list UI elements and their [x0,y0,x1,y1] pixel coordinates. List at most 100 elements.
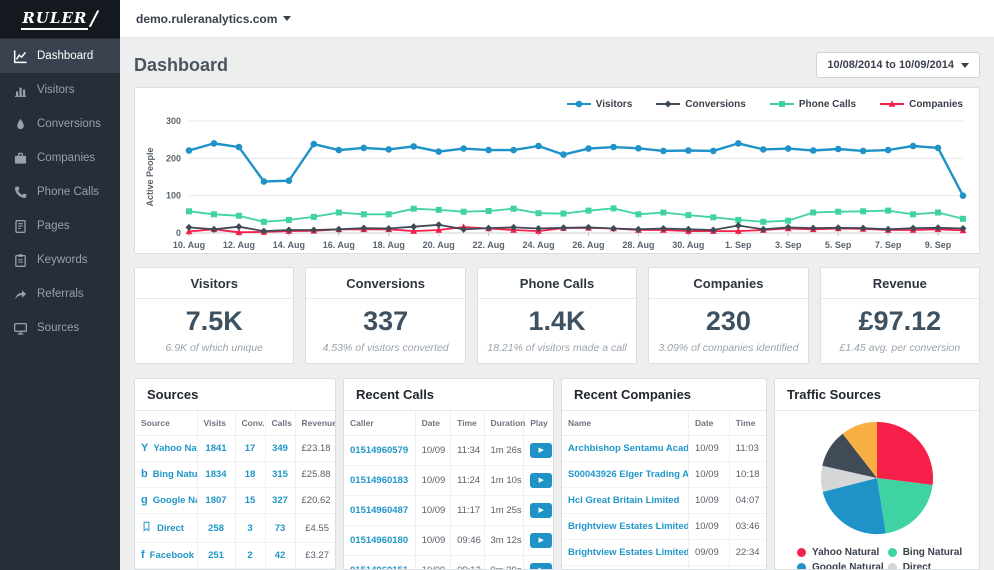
stat-card-phone-calls[interactable]: Phone Calls 1.4K 18.21% of visitors made a… [476,267,638,364]
sidebar-item-sources[interactable]: Sources [0,311,120,345]
column-header: Date [687,411,730,436]
main-area: demo.ruleranalytics.com Dashboard 10/08/… [120,0,994,570]
source-link[interactable]: YYahoo Nat... [141,443,197,455]
company-date: 09/09 [687,565,730,569]
play-button[interactable]: ▶ [530,563,553,569]
pie-legend-bing-natural[interactable]: Bing Natural [887,547,971,558]
sidebar-item-pages[interactable]: Pages [0,209,120,243]
revenue-value: £25.88 [294,461,335,488]
table-header-row: Caller Date Time Duration Play [344,411,553,436]
keywords-icon [13,253,28,268]
date-range-button[interactable]: 10/08/2014 to 10/09/2014 [816,52,980,78]
svg-text:18. Aug: 18. Aug [373,240,405,250]
stat-subtitle: £1.45 avg. per conversion [839,342,961,354]
call-duration: 3m 12s [483,525,524,556]
company-link[interactable]: Brightview Estates Limited [562,513,689,540]
company-link[interactable]: Hcl Great Britain Limited [562,487,689,514]
column-header: Date [414,411,451,436]
conversions-value: 15 [234,487,265,514]
visits-value: 258 [196,513,235,543]
svg-text:26. Aug: 26. Aug [572,240,604,250]
legend-visitors[interactable]: Visitors [566,99,632,110]
pie-legend-google-natural[interactable]: Google Natural [797,562,884,569]
sidebar-item-conversions[interactable]: Conversions [0,107,120,141]
company-link[interactable]: Brightview Estates Limited [562,539,689,566]
legend-phone-calls[interactable]: Phone Calls [769,99,856,110]
company-link[interactable]: Archbishop Sentamu Academy [562,435,689,462]
topbar: demo.ruleranalytics.com [120,0,994,38]
table-row: 01514960180 10/09 09:46 3m 12s ▶ [344,525,553,556]
visits-value: 1841 [196,435,235,462]
column-header: Time [728,411,766,436]
sidebar-item-label: Visitors [37,84,75,96]
pie-legend-direct[interactable]: Direct [887,562,971,569]
svg-text:12. Aug: 12. Aug [223,240,255,250]
play-button[interactable]: ▶ [530,503,553,518]
sidebar-item-companies[interactable]: Companies [0,141,120,175]
company-link[interactable]: Morgan Stanley Group (Europe) [562,565,689,569]
app-window: RULER / Dashboard Visitors Conversions Compa… [0,0,994,570]
stat-subtitle: 6.9K of which unique [165,342,263,354]
call-time: 09:12 [450,555,485,569]
play-button[interactable]: ▶ [530,533,553,548]
direct-icon [141,521,152,535]
call-date: 10/09 [414,465,451,496]
stat-subtitle: 4.53% of visitors converted [322,342,449,354]
legend-dot-icon [797,563,806,569]
table-row: Archbishop Sentamu Academy 10/09 11:03 [562,435,766,462]
sidebar-item-visitors[interactable]: Visitors [0,73,120,107]
call-time: 11:17 [450,495,485,526]
company-date: 10/09 [687,435,730,462]
table-header-row: Name Date Time [562,411,766,436]
table-row: YYahoo Nat... 1841 17 349 £23.18 [135,435,335,462]
play-button[interactable]: ▶ [530,473,553,488]
svg-text:7. Sep: 7. Sep [875,240,902,250]
call-duration: 1m 10s [483,465,524,496]
column-header: Visits [196,411,235,436]
caller-link[interactable]: 01514960180 [344,525,416,556]
date-range-label: 10/08/2014 to 10/09/2014 [827,59,954,71]
caller-link[interactable]: 01514960487 [344,495,416,526]
legend-companies[interactable]: Companies [880,99,963,110]
sidebar-item-label: Keywords [37,254,88,266]
source-link[interactable]: gGoogle Nat... [141,495,197,507]
sidebar-item-referrals[interactable]: Referrals [0,277,120,311]
table-row: bBing Natural 1834 18 315 £25.88 [135,461,335,488]
company-time: 04:07 [728,487,766,514]
source-link[interactable]: bBing Natural [141,469,197,481]
calls-value: 315 [264,461,295,488]
svg-text:200: 200 [166,153,181,163]
column-header: Revenue [294,411,335,436]
call-date: 10/09 [414,525,451,556]
caller-link[interactable]: 01514960579 [344,435,416,466]
sidebar-item-keywords[interactable]: Keywords [0,243,120,277]
pie-legend-yahoo-natural[interactable]: Yahoo Natural [797,547,884,558]
company-link[interactable]: S00043926 Elger Trading Advi... [562,461,689,488]
source-link[interactable]: Direct [141,521,191,535]
site-selector[interactable]: demo.ruleranalytics.com [136,12,292,26]
sidebar-item-dashboard[interactable]: Dashboard [0,39,120,73]
calls-value: 327 [264,487,295,514]
sidebar-item-phone-calls[interactable]: Phone Calls [0,175,120,209]
source-link[interactable]: f Facebook [141,550,194,562]
phone-calls-icon [13,185,28,200]
company-time: 11:03 [728,435,766,462]
table-row: Brightview Estates Limited 09/09 22:34 [562,539,766,566]
stat-card-revenue[interactable]: Revenue £97.12 £1.45 avg. per conversion [819,267,981,364]
pages-icon [13,219,28,234]
stat-subtitle: 3.09% of companies identified [658,342,799,354]
stat-card-conversions[interactable]: Conversions 337 4.53% of visitors converte… [305,267,466,364]
company-date: 10/09 [687,513,730,540]
caller-link[interactable]: 01514960183 [344,465,416,496]
sidebar-item-label: Sources [37,322,80,334]
stat-card-companies[interactable]: Companies 230 3.09% of companies identifie… [648,267,809,364]
legend-conversions[interactable]: Conversions [656,99,746,110]
svg-text:0: 0 [176,228,181,238]
revenue-value: £3.27 [294,542,335,569]
stat-card-visitors[interactable]: Visitors 7.5K 6.9K of which unique [134,267,295,364]
activity-chart-panel: Visitors Conversions Phone Calls Compani… [134,87,980,254]
play-button[interactable]: ▶ [530,443,553,458]
calls-value: 349 [264,435,295,462]
caller-link[interactable]: 01514960151 [344,555,416,569]
page-header: Dashboard 10/08/2014 to 10/09/2014 [134,50,980,80]
